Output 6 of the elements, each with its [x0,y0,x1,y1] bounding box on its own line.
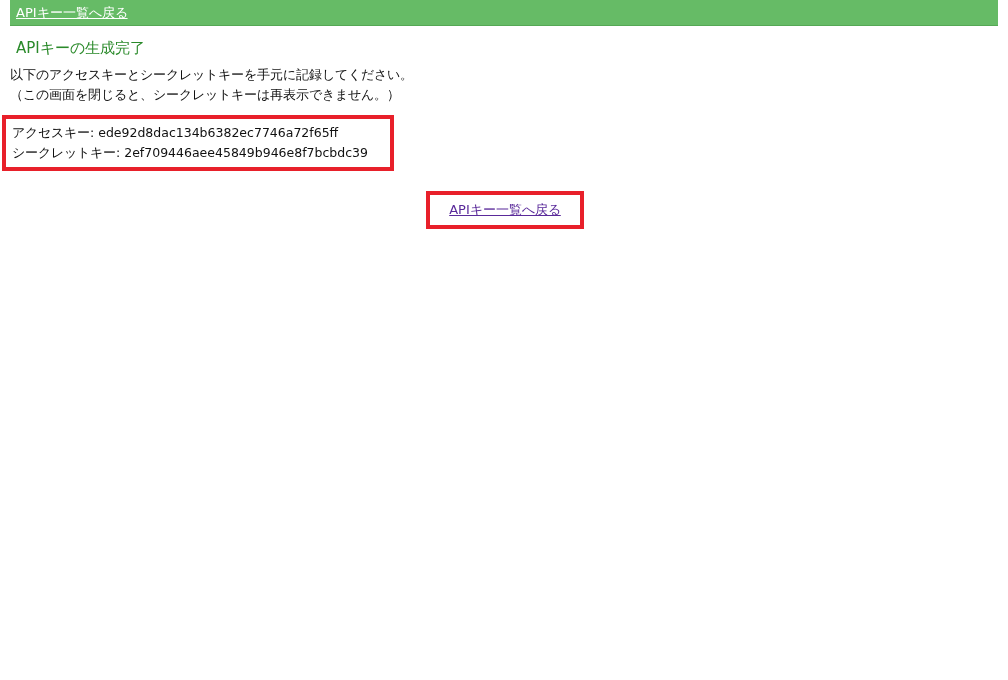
key-text: シークレットキー: 2ef709446aee45849b946e8f7bcbdc39 [12,144,368,162]
instruction-text: 以下のアクセスキーとシークレットキーを手元に記録してください。 [10,66,414,84]
instruction-text: （この画面を閉じると、シークレットキーは再表示できません。） [10,86,401,104]
back-link[interactable]: APIキー一覧へ戻る [449,201,561,219]
key-text: アクセスキー: ede92d8dac134b6382ec7746a72f65ff [12,124,339,142]
page-title: APIキーの生成完了 [16,38,146,58]
